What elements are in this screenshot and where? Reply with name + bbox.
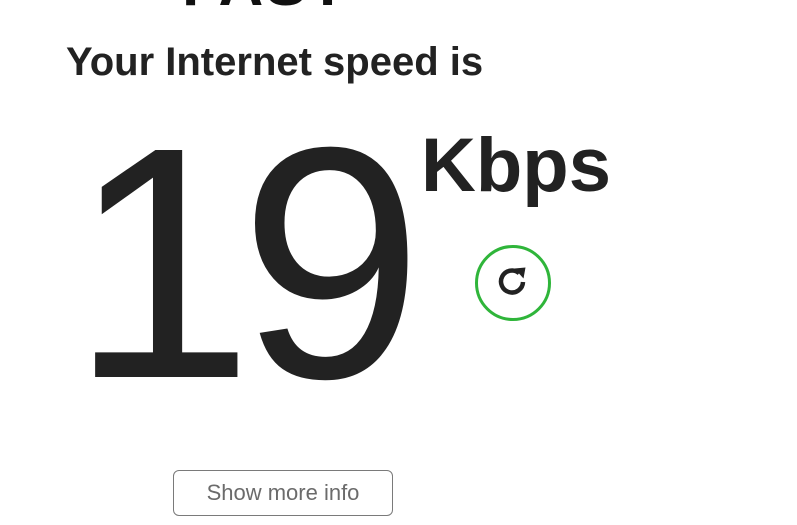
speed-units: Kbps <box>421 123 611 208</box>
speed-value: 19 <box>70 78 423 447</box>
fast-logo[interactable]: FAST <box>182 0 348 16</box>
speed-headline: Your Internet speed is <box>66 40 484 84</box>
speed-test-page: FAST Your Internet speed is 19 Kbps Show… <box>0 0 797 525</box>
refresh-icon <box>493 261 533 306</box>
show-more-info-button[interactable]: Show more info <box>173 470 393 516</box>
refresh-button[interactable] <box>475 245 551 321</box>
